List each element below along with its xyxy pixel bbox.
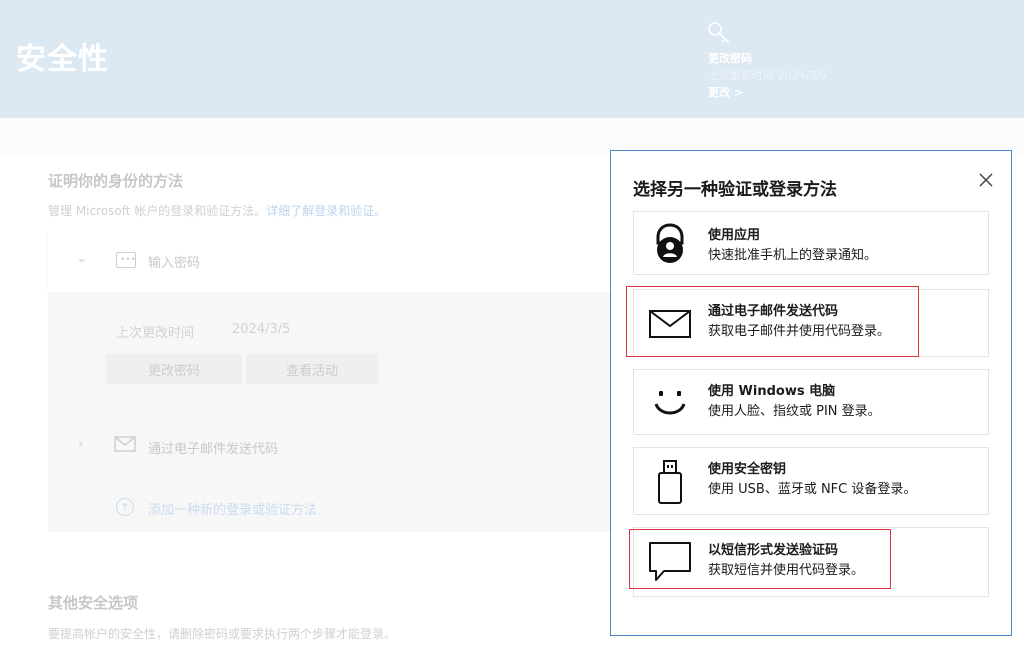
option-use-app[interactable]: 使用应用 快速批准手机上的登录通知。: [633, 211, 989, 275]
methods-description: 管理 Microsoft 帐户的登录和验证方法。详细了解登录和验证。: [48, 202, 386, 219]
envelope-icon: [114, 436, 136, 452]
option-description: 使用 USB、蓝牙或 NFC 设备登录。: [708, 482, 917, 497]
learn-more-link[interactable]: 详细了解登录和验证。: [266, 204, 386, 218]
change-password-heading: 更改密码: [708, 52, 752, 65]
method-row-password[interactable]: ⌄ ••• 输入密码: [48, 230, 628, 292]
view-activity-button[interactable]: 查看活动: [246, 354, 378, 384]
key-icon: [708, 22, 730, 44]
method-label-email[interactable]: 通过电子邮件发送代码: [148, 438, 278, 457]
envelope-icon: [646, 300, 694, 348]
last-changed-label: 上次更改时间: [116, 326, 195, 341]
other-options-description: 要提高帐户的安全性，请删除密码或要求执行两个步骤才能登录。: [48, 627, 397, 641]
option-title: 使用 Windows 电脑: [708, 384, 836, 399]
last-changed-value: 2024/3/5: [232, 322, 291, 337]
option-title: 使用应用: [708, 228, 761, 243]
authenticator-app-icon: [646, 220, 694, 268]
choose-method-dialog: 选择另一种验证或登录方法 使用应用 快速批准手机上的登录通知。 通过电子邮件发送…: [610, 150, 1012, 636]
methods-description-text: 管理 Microsoft 帐户的登录和验证方法。: [48, 204, 267, 218]
password-last-updated: 上次更新时间 2024/3/5: [708, 69, 827, 82]
password-dots-icon: •••: [116, 252, 136, 268]
option-title: 使用安全密钥: [708, 462, 787, 477]
page-banner: 安全性 更改密码 上次更新时间 2024/3/5 更改 >: [0, 0, 1024, 118]
page-title: 安全性: [16, 42, 109, 77]
add-method-link[interactable]: 添加一种新的登录或验证方法: [148, 499, 317, 518]
option-sms-code[interactable]: 以短信形式发送验证码 获取短信并使用代码登录。: [633, 527, 989, 597]
option-windows-pc[interactable]: 使用 Windows 电脑 使用人脸、指纹或 PIN 登录。: [633, 369, 989, 435]
option-security-key[interactable]: 使用安全密钥 使用 USB、蓝牙或 NFC 设备登录。: [633, 447, 989, 515]
close-icon[interactable]: [975, 169, 997, 191]
methods-title: 证明你的身份的方法: [48, 172, 184, 190]
option-description: 获取电子邮件并使用代码登录。: [708, 324, 891, 339]
option-title: 以短信形式发送验证码: [708, 543, 839, 558]
add-circle-icon[interactable]: ↑: [116, 498, 134, 516]
dialog-title: 选择另一种验证或登录方法: [633, 180, 837, 200]
usb-key-icon: [646, 458, 694, 506]
chevron-down-icon[interactable]: ⌄: [76, 250, 88, 266]
option-description: 使用人脸、指纹或 PIN 登录。: [708, 404, 881, 419]
chat-bubble-icon: [646, 538, 694, 586]
change-password-button[interactable]: 更改密码: [106, 354, 242, 384]
change-password-link[interactable]: 更改 >: [708, 84, 743, 100]
smiley-face-icon: [646, 379, 694, 427]
option-email-code[interactable]: 通过电子邮件发送代码 获取电子邮件并使用代码登录。: [633, 289, 989, 357]
option-title: 通过电子邮件发送代码: [708, 304, 839, 319]
option-description: 快速批准手机上的登录通知。: [708, 248, 878, 263]
option-description: 获取短信并使用代码登录。: [708, 563, 865, 578]
method-label-password: 输入密码: [148, 256, 201, 271]
chevron-right-icon[interactable]: ›: [78, 436, 84, 452]
other-options-title: 其他安全选项: [48, 594, 139, 612]
